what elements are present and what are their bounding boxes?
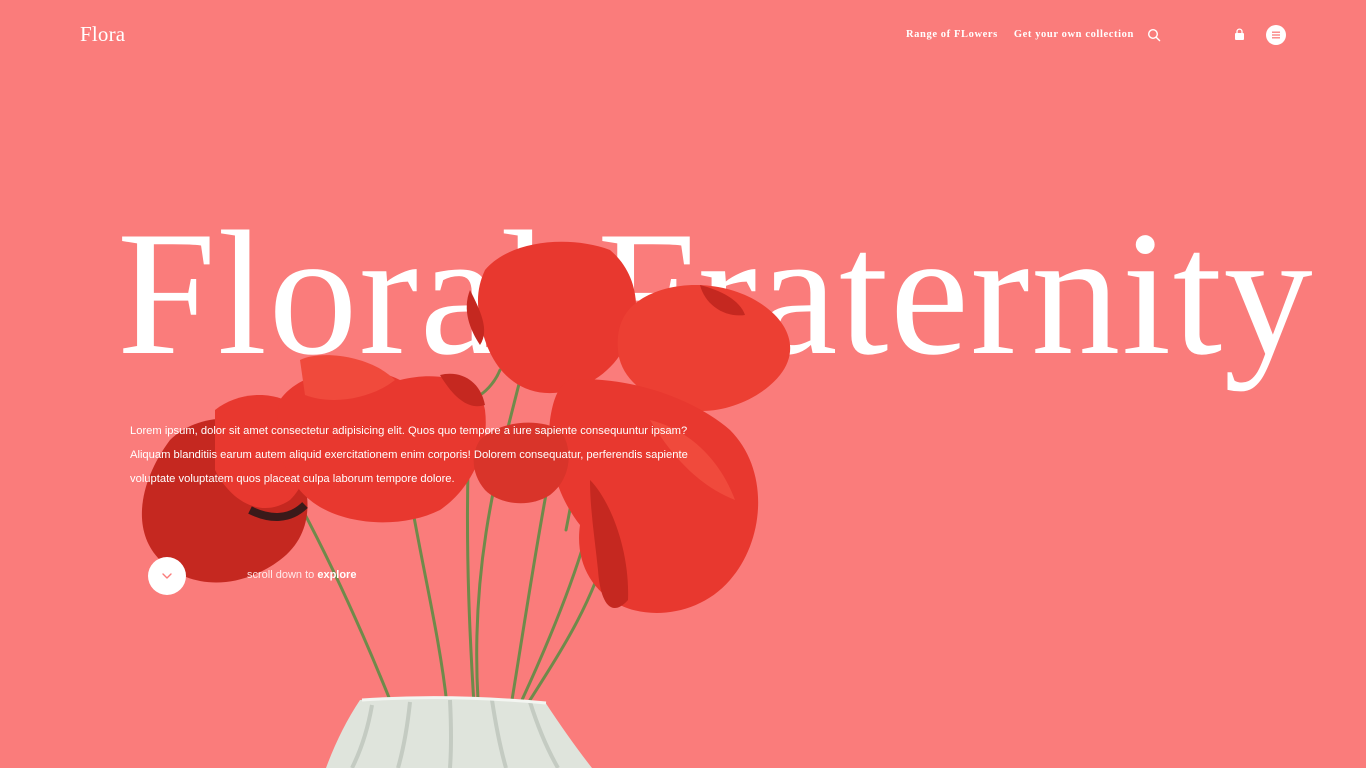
scroll-hint-emphasis: explore xyxy=(317,569,357,581)
hero-description: Lorem ipsum, dolor sit amet consectetur … xyxy=(130,425,688,485)
poppy-vase-image xyxy=(141,241,791,768)
chevron-down-icon xyxy=(162,573,172,579)
poppy-right xyxy=(549,379,759,613)
poppy-top xyxy=(466,241,637,394)
vase xyxy=(326,696,592,768)
scroll-down-button[interactable] xyxy=(148,557,186,595)
scroll-hint: scroll down to explore xyxy=(247,569,356,581)
scroll-hint-prefix: scroll down to xyxy=(247,569,315,581)
